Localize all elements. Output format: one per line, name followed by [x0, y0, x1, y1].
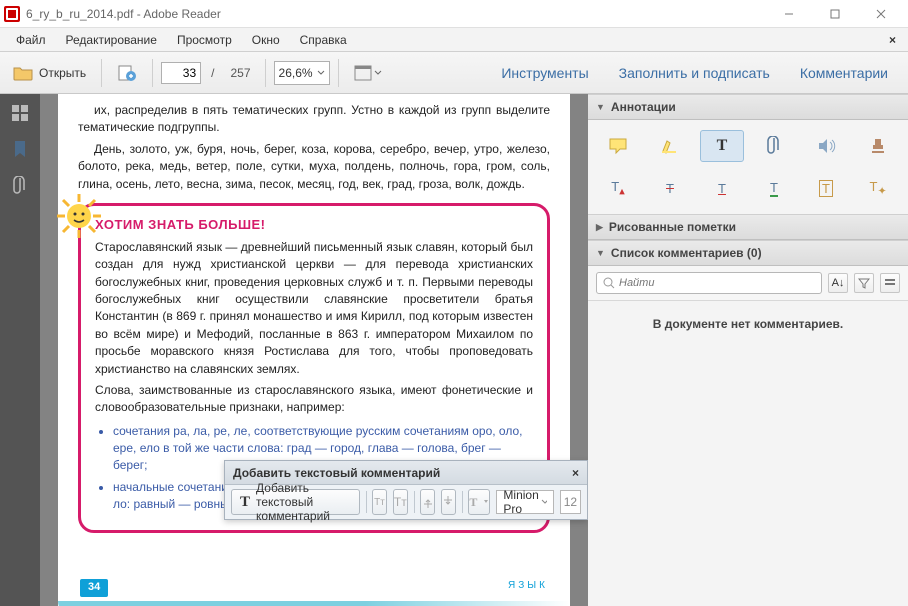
section-label: Рисованные пометки — [609, 220, 736, 234]
add-text-tool[interactable]: T — [700, 130, 744, 162]
font-size: 12 — [564, 495, 577, 509]
page-sep: / — [205, 66, 220, 80]
menu-edit[interactable]: Редактирование — [56, 30, 167, 50]
strikethrough-tool[interactable]: T — [648, 172, 692, 204]
document-area[interactable]: их, распределив в пять тематических груп… — [40, 94, 588, 606]
line-up-button[interactable] — [420, 489, 435, 515]
toolbar: Открыть / 257 26,6% Инструменты Заполнит… — [0, 52, 908, 94]
open-button[interactable]: Открыть — [6, 58, 93, 88]
doc-paragraph: День, золото, уж, буря, ночь, берег, коз… — [78, 141, 550, 193]
annotation-tools: T T▴ T T T T T✦ — [588, 120, 908, 214]
text-box-tool[interactable]: T — [804, 172, 848, 204]
search-input[interactable] — [619, 277, 815, 289]
record-audio-tool[interactable] — [804, 130, 848, 162]
chevron-down-icon — [374, 69, 382, 77]
menu-close-icon[interactable]: × — [883, 31, 902, 49]
sort-button[interactable]: A↓ — [828, 273, 848, 293]
attach-file-tool[interactable] — [752, 130, 796, 162]
callout-title: ХОТИМ ЗНАТЬ БОЛЬШЕ! — [95, 216, 533, 235]
add-text-comment-button[interactable]: T Добавить текстовый комментарий — [231, 489, 360, 515]
filter-button[interactable] — [854, 273, 874, 293]
bookmark-icon[interactable] — [13, 140, 27, 158]
font-smaller-button[interactable]: Tᴛ — [372, 489, 387, 515]
options-button[interactable] — [880, 273, 900, 293]
menu-file[interactable]: Файл — [6, 30, 56, 50]
highlight-tool[interactable] — [648, 130, 692, 162]
page-section: ЯЗЫК — [508, 579, 548, 597]
sun-icon — [55, 192, 103, 240]
font-size-select[interactable]: 12 — [560, 490, 581, 514]
zoom-value: 26,6% — [279, 66, 313, 80]
callout-text: Слова, заимствованные из старославянског… — [95, 382, 533, 417]
menu-help[interactable]: Справка — [290, 30, 357, 50]
open-label: Открыть — [39, 66, 86, 80]
section-comments-list[interactable]: ▼ Список комментариев (0) — [588, 240, 908, 266]
text-color-button[interactable]: T — [468, 489, 490, 515]
search-box[interactable] — [596, 272, 822, 294]
comments-search-row: A↓ — [588, 266, 908, 301]
font-name: Minion Pro — [503, 488, 541, 516]
replace-text-tool[interactable]: T — [752, 172, 796, 204]
font-larger-button[interactable]: Tᴛ — [393, 489, 408, 515]
window-title: 6_ry_b_ru_2014.pdf - Adobe Reader — [26, 7, 766, 21]
comments-button[interactable]: Комментарии — [786, 56, 902, 90]
chevron-down-icon: ▼ — [596, 102, 605, 112]
app-icon — [4, 6, 20, 22]
comments-panel: ▼ Аннотации T T▴ T T T T T✦ ▶ Рисованные… — [588, 94, 908, 606]
section-drawn[interactable]: ▶ Рисованные пометки — [588, 214, 908, 240]
page-number-badge: 34 — [80, 579, 108, 597]
maximize-button[interactable] — [812, 0, 858, 28]
section-annotations[interactable]: ▼ Аннотации — [588, 94, 908, 120]
close-icon[interactable]: × — [572, 466, 579, 480]
close-button[interactable] — [858, 0, 904, 28]
empty-comments-message: В документе нет комментариев. — [588, 301, 908, 347]
menu-window[interactable]: Окно — [242, 30, 290, 50]
titlebar: 6_ry_b_ru_2014.pdf - Adobe Reader — [0, 0, 908, 28]
thumbnails-icon[interactable] — [11, 104, 29, 122]
callout-text: Старославянский язык — древнейший письме… — [95, 239, 533, 378]
section-label: Аннотации — [611, 100, 676, 114]
tools-button[interactable]: Инструменты — [487, 56, 602, 90]
chevron-down-icon: ▼ — [596, 248, 605, 258]
zoom-combo[interactable]: 26,6% — [274, 61, 330, 85]
add-comment-toolbar: Добавить текстовый комментарий × T Добав… — [224, 460, 588, 520]
menubar: Файл Редактирование Просмотр Окно Справк… — [0, 28, 908, 52]
font-select[interactable]: Minion Pro — [496, 490, 553, 514]
chevron-down-icon — [541, 498, 546, 506]
attachment-icon[interactable] — [13, 176, 27, 196]
page-number-input[interactable] — [161, 62, 201, 84]
search-icon — [603, 277, 615, 289]
page-divider — [58, 601, 570, 606]
underline-tool[interactable]: T — [700, 172, 744, 204]
fill-sign-button[interactable]: Заполнить и подписать — [605, 56, 784, 90]
sidebar-rail — [0, 94, 40, 606]
folder-icon — [13, 65, 33, 81]
sticky-note-tool[interactable] — [596, 130, 640, 162]
add-text-label: Добавить текстовый комментарий — [256, 481, 350, 523]
menu-view[interactable]: Просмотр — [167, 30, 242, 50]
line-down-button[interactable] — [441, 489, 456, 515]
create-pdf-button[interactable] — [110, 58, 144, 88]
page-total: 257 — [224, 66, 256, 80]
read-mode-button[interactable] — [347, 58, 389, 88]
text-icon: T — [240, 494, 250, 511]
stamp-tool[interactable] — [856, 130, 900, 162]
chevron-right-icon: ▶ — [596, 222, 603, 233]
insert-text-tool[interactable]: T▴ — [596, 172, 640, 204]
chevron-down-icon — [317, 69, 325, 77]
float-title: Добавить текстовый комментарий — [233, 466, 440, 480]
section-label: Список комментариев (0) — [611, 246, 762, 260]
doc-paragraph: их, распределив в пять тематических груп… — [78, 102, 550, 137]
text-callout-tool[interactable]: T✦ — [856, 172, 900, 204]
minimize-button[interactable] — [766, 0, 812, 28]
pdf-page: их, распределив в пять тематических груп… — [58, 94, 570, 606]
page-footer: 34 ЯЗЫК — [78, 579, 550, 597]
